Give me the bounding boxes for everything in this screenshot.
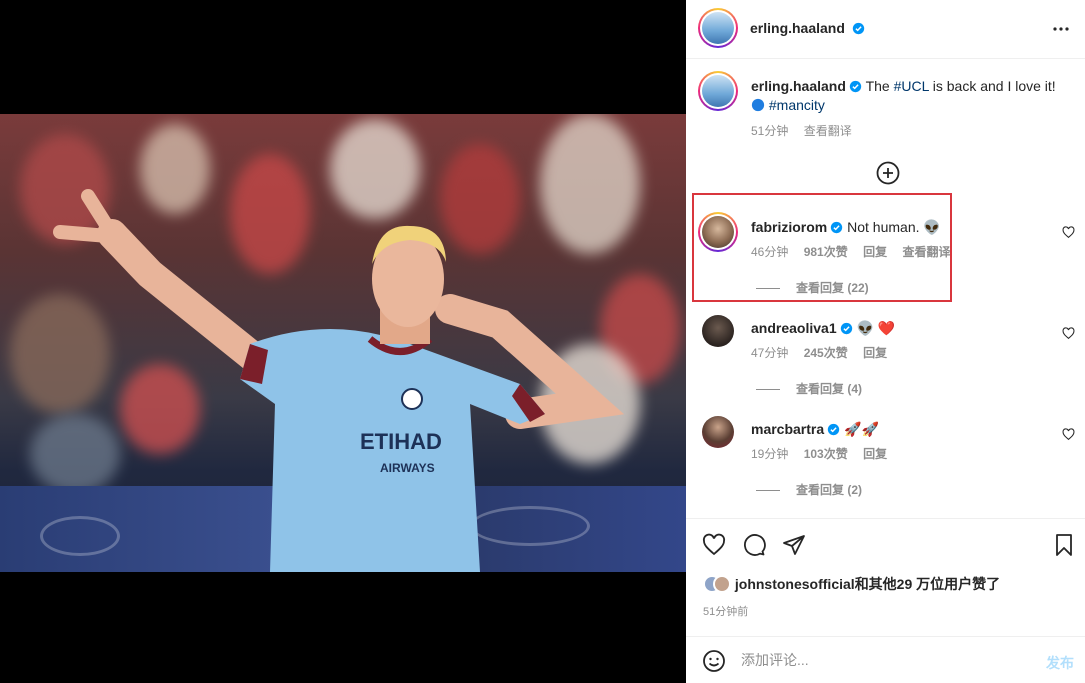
caption-hashtag-ucl[interactable]: #UCL xyxy=(894,78,929,94)
post-media: ETIHAD AIRWAYS xyxy=(0,0,686,683)
post-photo: ETIHAD AIRWAYS xyxy=(0,114,686,572)
bookmark-icon[interactable] xyxy=(1052,533,1076,557)
share-icon[interactable] xyxy=(782,533,806,557)
comment-meta: 47分钟 245次赞 回复 xyxy=(751,344,899,361)
post-action-bar xyxy=(686,518,1085,572)
commenter-username[interactable]: andreaoliva1 xyxy=(751,320,837,336)
comment-text: 🚀🚀 xyxy=(844,421,879,437)
heart-icon[interactable] xyxy=(1062,226,1075,239)
commenter-username[interactable]: fabriziorom xyxy=(751,219,827,235)
heart-icon[interactable] xyxy=(1062,327,1075,340)
verified-icon xyxy=(849,80,862,93)
comment-item: fabriziorom Not human. 👽 46分钟 981次赞 回复 查… xyxy=(686,212,1085,298)
comment-item: andreaoliva1 👽 ❤️ 47分钟 245次赞 回复 查看回复 (4) xyxy=(686,315,1085,399)
caption-translate-link[interactable]: 查看翻译 xyxy=(804,124,852,138)
add-comment-icon[interactable] xyxy=(876,161,900,185)
caption-author-avatar[interactable] xyxy=(698,71,738,111)
svg-text:AIRWAYS: AIRWAYS xyxy=(380,461,435,475)
verified-icon xyxy=(827,423,840,436)
comment-likes[interactable]: 245次赞 xyxy=(804,346,848,360)
player-illustration: ETIHAD AIRWAYS xyxy=(53,189,625,572)
caption-time: 51分钟 xyxy=(751,124,789,138)
caption-author-username[interactable]: erling.haaland xyxy=(751,78,846,94)
post-header: erling.haaland xyxy=(686,0,1085,59)
comment-time: 47分钟 xyxy=(751,346,789,360)
comment-composer: 发布 xyxy=(686,636,1085,683)
comment-time: 19分钟 xyxy=(751,447,789,461)
comment-meta: 46分钟 981次赞 回复 查看翻译 xyxy=(751,243,962,260)
commenter-username[interactable]: marcbartra xyxy=(751,421,824,437)
comment-likes[interactable]: 103次赞 xyxy=(804,447,848,461)
caption-meta: 51分钟 查看翻译 xyxy=(751,122,864,139)
likes-suffix[interactable]: 和其他29 万位用户赞了 xyxy=(855,576,1000,592)
post-comment-button[interactable]: 发布 xyxy=(1046,653,1074,673)
commenter-avatar[interactable] xyxy=(698,212,738,252)
comment-text: Not human. 👽 xyxy=(847,219,941,235)
likes-summary: johnstonesofficial和其他29 万位用户赞了 xyxy=(703,574,1000,594)
comment-text: 👽 ❤️ xyxy=(856,320,896,336)
caption-text-suffix: is back and I love it! xyxy=(928,78,1056,94)
reply-button[interactable]: 回复 xyxy=(863,447,887,461)
comment-time: 46分钟 xyxy=(751,245,789,259)
caption-text-prefix: The xyxy=(865,78,894,94)
heart-icon[interactable] xyxy=(1062,428,1075,441)
commenter-avatar[interactable] xyxy=(702,416,734,448)
liker-avatar xyxy=(713,575,731,593)
svg-text:ETIHAD: ETIHAD xyxy=(360,429,442,454)
emoji-icon[interactable] xyxy=(702,649,726,673)
comment-input[interactable] xyxy=(741,647,1031,673)
comment-meta: 19分钟 103次赞 回复 xyxy=(751,445,899,462)
view-replies-button[interactable]: 查看回复 (22) xyxy=(756,279,869,296)
verified-icon xyxy=(831,221,843,234)
heart-icon[interactable] xyxy=(702,533,726,557)
view-replies-button[interactable]: 查看回复 (4) xyxy=(756,380,862,397)
comment-item: marcbartra 🚀🚀 19分钟 103次赞 回复 查看回复 (2) xyxy=(686,416,1085,500)
likes-user[interactable]: johnstonesofficial xyxy=(735,576,855,592)
author-avatar[interactable] xyxy=(698,8,738,48)
author-username[interactable]: erling.haaland xyxy=(750,20,845,36)
view-replies-button[interactable]: 查看回复 (2) xyxy=(756,481,862,498)
more-icon[interactable] xyxy=(1051,19,1071,39)
reply-button[interactable]: 回复 xyxy=(863,245,887,259)
comment-icon[interactable] xyxy=(742,533,766,557)
commenter-avatar[interactable] xyxy=(702,315,734,347)
posted-time: 51分钟前 xyxy=(703,606,749,618)
post-caption: erling.haaland The #UCL is back and I lo… xyxy=(751,77,1071,115)
translate-link[interactable]: 查看翻译 xyxy=(902,245,950,259)
blue-circle-icon xyxy=(751,98,765,112)
caption-hashtag-mancity[interactable]: #mancity xyxy=(769,97,825,113)
verified-icon xyxy=(853,22,865,35)
reply-button[interactable]: 回复 xyxy=(863,346,887,360)
post-side-panel: erling.haaland erling.haaland The #UCL i… xyxy=(686,0,1085,683)
verified-icon xyxy=(840,322,852,335)
comment-likes[interactable]: 981次赞 xyxy=(804,245,848,259)
